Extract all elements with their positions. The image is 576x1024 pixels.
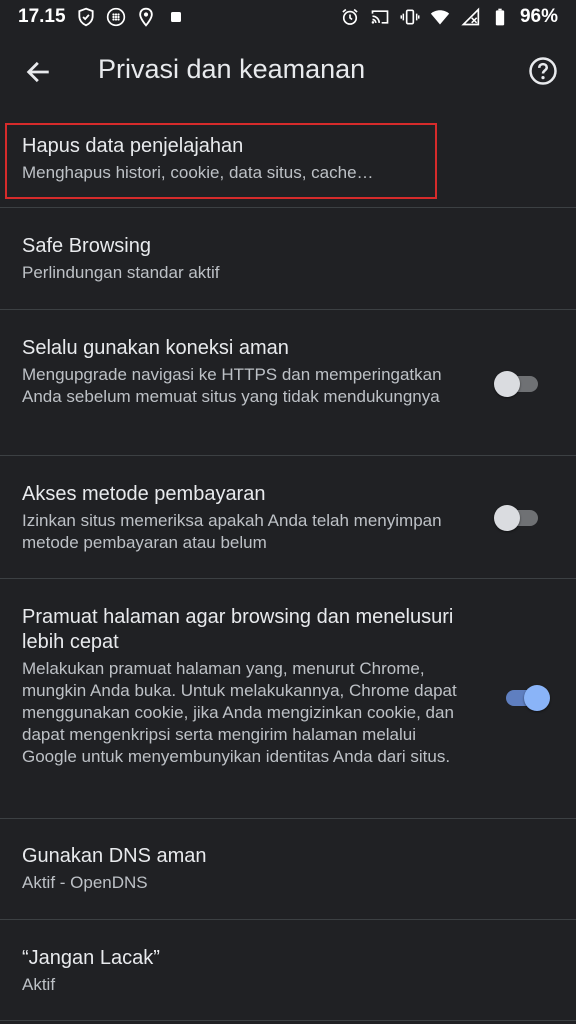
setting-subtitle: Mengupgrade navigasi ke HTTPS dan memper… (22, 365, 442, 406)
help-button[interactable] (526, 54, 560, 88)
app-bar: Privasi dan keamanan (0, 34, 576, 108)
setting-title: Hapus data penjelajahan (22, 135, 244, 157)
vibrate-icon (400, 7, 420, 27)
battery-icon (490, 7, 510, 27)
payment-methods-toggle[interactable] (494, 505, 538, 531)
alarm-icon (340, 7, 360, 27)
setting-title: Akses metode pembayaran (22, 483, 266, 505)
setting-subtitle: Perlindungan standar aktif (22, 263, 220, 282)
signal-icon (460, 7, 480, 27)
settings-list: Hapus data penjelajahan Menghapus histor… (0, 118, 576, 1021)
setting-subtitle: Menghapus histori, cookie, data situs, c… (22, 163, 374, 182)
setting-preload-pages[interactable]: Pramuat halaman agar browsing dan menelu… (0, 579, 576, 819)
setting-payment-methods[interactable]: Akses metode pembayaran Izinkan situs me… (0, 456, 576, 579)
setting-secure-connection[interactable]: Selalu gunakan koneksi aman Mengupgrade … (0, 310, 576, 456)
setting-subtitle: Aktif - OpenDNS (22, 873, 148, 892)
location-pin-icon (136, 7, 156, 27)
back-button[interactable] (22, 56, 54, 88)
status-time: 17.15 (18, 6, 66, 27)
arrow-back-icon (26, 61, 49, 83)
status-right: 96% (340, 6, 558, 28)
wifi-icon (430, 7, 450, 27)
battery-percent: 96% (519, 6, 558, 27)
page-title: Privasi dan keamanan (98, 54, 366, 84)
setting-clear-browsing-data[interactable]: Hapus data penjelajahan Menghapus histor… (0, 118, 576, 208)
setting-subtitle: Aktif (22, 975, 56, 994)
setting-title: “Jangan Lacak” (22, 947, 160, 969)
secure-connection-toggle[interactable] (494, 371, 538, 397)
setting-subtitle: Izinkan situs memeriksa apakah Anda tela… (22, 511, 442, 552)
setting-safe-browsing[interactable]: Safe Browsing Perlindungan standar aktif (0, 208, 576, 310)
toggle-knob (494, 505, 520, 531)
toggle-knob (494, 371, 520, 397)
setting-title: Gunakan DNS aman (22, 845, 207, 867)
status-left: 17.15 (18, 6, 186, 28)
setting-title: Pramuat halaman agar browsing dan menelu… (22, 606, 454, 653)
setting-subtitle: Melakukan pramuat halaman yang, menurut … (22, 659, 457, 766)
setting-secure-dns[interactable]: Gunakan DNS aman Aktif - OpenDNS (0, 819, 576, 920)
help-circle-icon (529, 57, 557, 85)
grid-dots-icon (106, 7, 126, 27)
stop-square-icon (166, 7, 186, 27)
status-bar: 17.15 96% (0, 0, 576, 34)
setting-title: Selalu gunakan koneksi aman (22, 337, 289, 359)
preload-pages-toggle[interactable] (506, 685, 550, 711)
setting-do-not-track[interactable]: “Jangan Lacak” Aktif (0, 920, 576, 1021)
shield-check-icon (76, 7, 96, 27)
cast-icon (370, 7, 390, 27)
setting-title: Safe Browsing (22, 235, 151, 257)
toggle-knob (524, 685, 550, 711)
